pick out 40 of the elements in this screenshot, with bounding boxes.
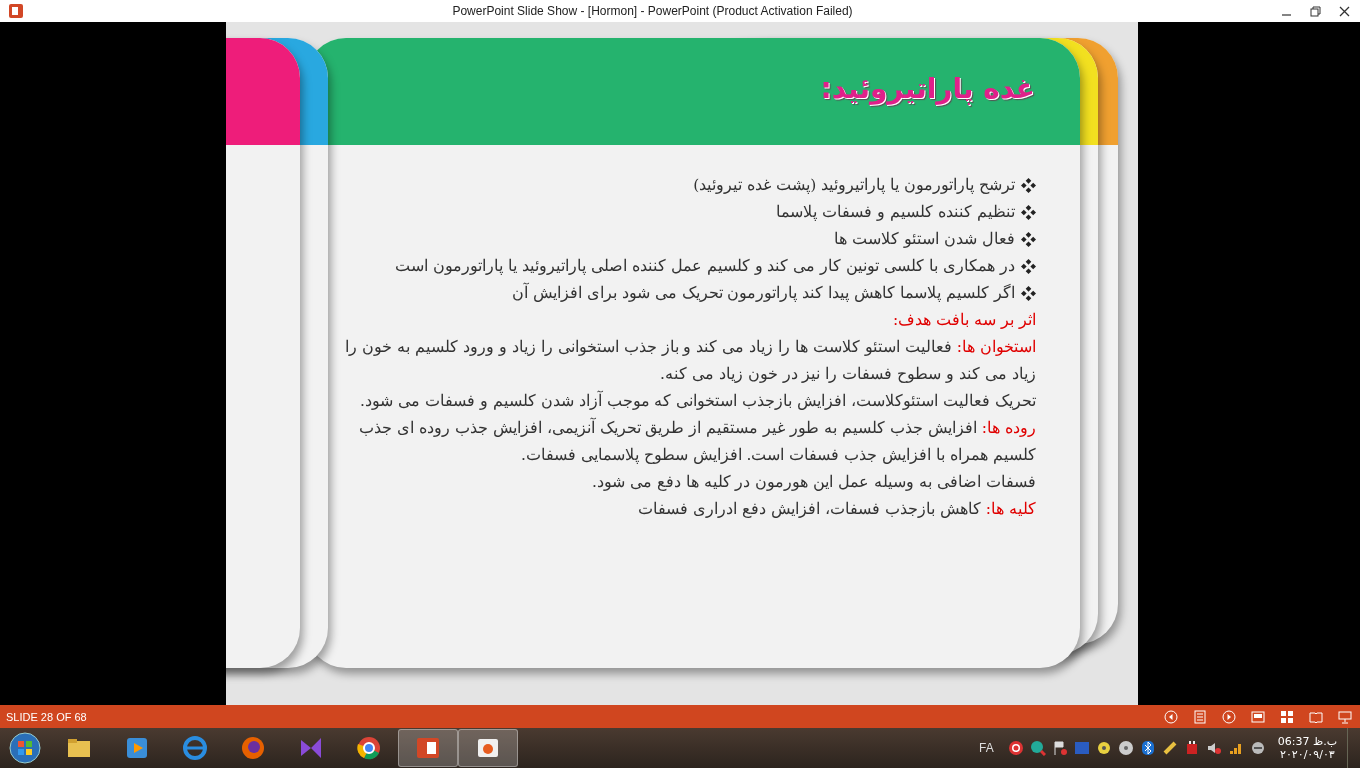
disc-drive-icon[interactable]	[1095, 740, 1112, 756]
disc-icon[interactable]	[1117, 740, 1134, 756]
restore-icon[interactable]	[1310, 5, 1321, 17]
record-icon[interactable]	[1007, 740, 1024, 756]
next-icon[interactable]	[1222, 709, 1236, 724]
bluetooth-icon[interactable]	[1139, 740, 1156, 756]
paragraph-text: تحریک فعالیت استئوکلاست، افزایش بازجذب استخوانی که موجب آزاد شدن کلسیم و فسفات می شود.	[359, 389, 1036, 412]
paragraph-text: کلیه ها: کاهش بازجذب فسفات، افزایش دفع ادراری فسفات	[637, 499, 1036, 520]
clock-time[interactable]: 06:37 ب.ظ	[1277, 735, 1337, 748]
paragraph-text: فسفات اضافی به وسیله عمل این هورمون در کلیه ها دفع می شود.	[590, 472, 1036, 493]
paragraph-text: استخوان ها: فعالیت استئو کلاست ها را زیاد می کند و باز جذب استخوانی را زیاد و ورود کلسیم به خون را زیاد می کند و سطوح فسفات را نیز در خون زیاد می کنه.	[344, 337, 1036, 385]
paragraph-text: روده ها: افزایش جذب کلسیم به طور غیر مستقیم از طریق تحریک آنزیمی، افزایش جذب روده ای جذب کلسیم همراه با افزایش جذب فسفات است. افزایش سطوح پلاسمایی فسفات.	[358, 416, 1036, 466]
clock-date[interactable]: ۲۰۲۰/۰۹/۰۳	[1280, 748, 1335, 761]
app-tray-icon[interactable]	[1029, 740, 1046, 756]
flag-icon[interactable]	[1051, 740, 1068, 756]
reading-view-icon[interactable]	[1309, 709, 1323, 724]
normal-view-icon[interactable]	[1251, 709, 1265, 724]
volume-muted-icon[interactable]	[1205, 740, 1222, 756]
language-indicator[interactable]: FA	[979, 741, 994, 755]
previous-icon[interactable]	[1164, 709, 1178, 724]
powerpoint-icon	[8, 3, 24, 19]
browser-icon[interactable]	[355, 734, 383, 762]
bullet-text: اگر کلسیم پلاسما کاهش پیدا کند پاراتورمون تحریک می شود برای افزایش آن	[511, 281, 1015, 304]
slide-counter: SLIDE 28 OF 68	[6, 710, 88, 723]
slide-title: غده پاراتیروئید:	[820, 72, 1035, 105]
slideshow-icon[interactable]	[1338, 709, 1352, 724]
bullet-icon	[1021, 259, 1036, 274]
bullet-icon	[1021, 286, 1036, 301]
bullet-text: فعال شدن استئو کلاست ها	[834, 229, 1015, 250]
bullet-text: ترشح پاراتورمون یا پاراتیروئید (پشت غده تیروئید)	[693, 175, 1015, 196]
bullet-text: تنظیم کننده کلسیم و فسفات پلاسما	[776, 202, 1015, 223]
window-title: PowerPoint Slide Show - [Hormon] - PowerPoint (Product Activation Failed)	[451, 4, 854, 18]
start-button-icon[interactable]	[8, 731, 42, 765]
slide-sorter-icon[interactable]	[1280, 709, 1294, 724]
bullet-icon	[1021, 205, 1036, 220]
section-heading: اثر بر سه بافت هدف:	[892, 310, 1036, 331]
close-icon[interactable]	[1339, 5, 1350, 17]
bullet-icon	[1021, 232, 1036, 247]
bullet-text: در همکاری با کلسی تونین کار می کند و کلسیم عمل کننده اصلی پاراتیروئید یا پاراتورمون است	[395, 256, 1015, 277]
bullet-icon	[1021, 178, 1036, 193]
